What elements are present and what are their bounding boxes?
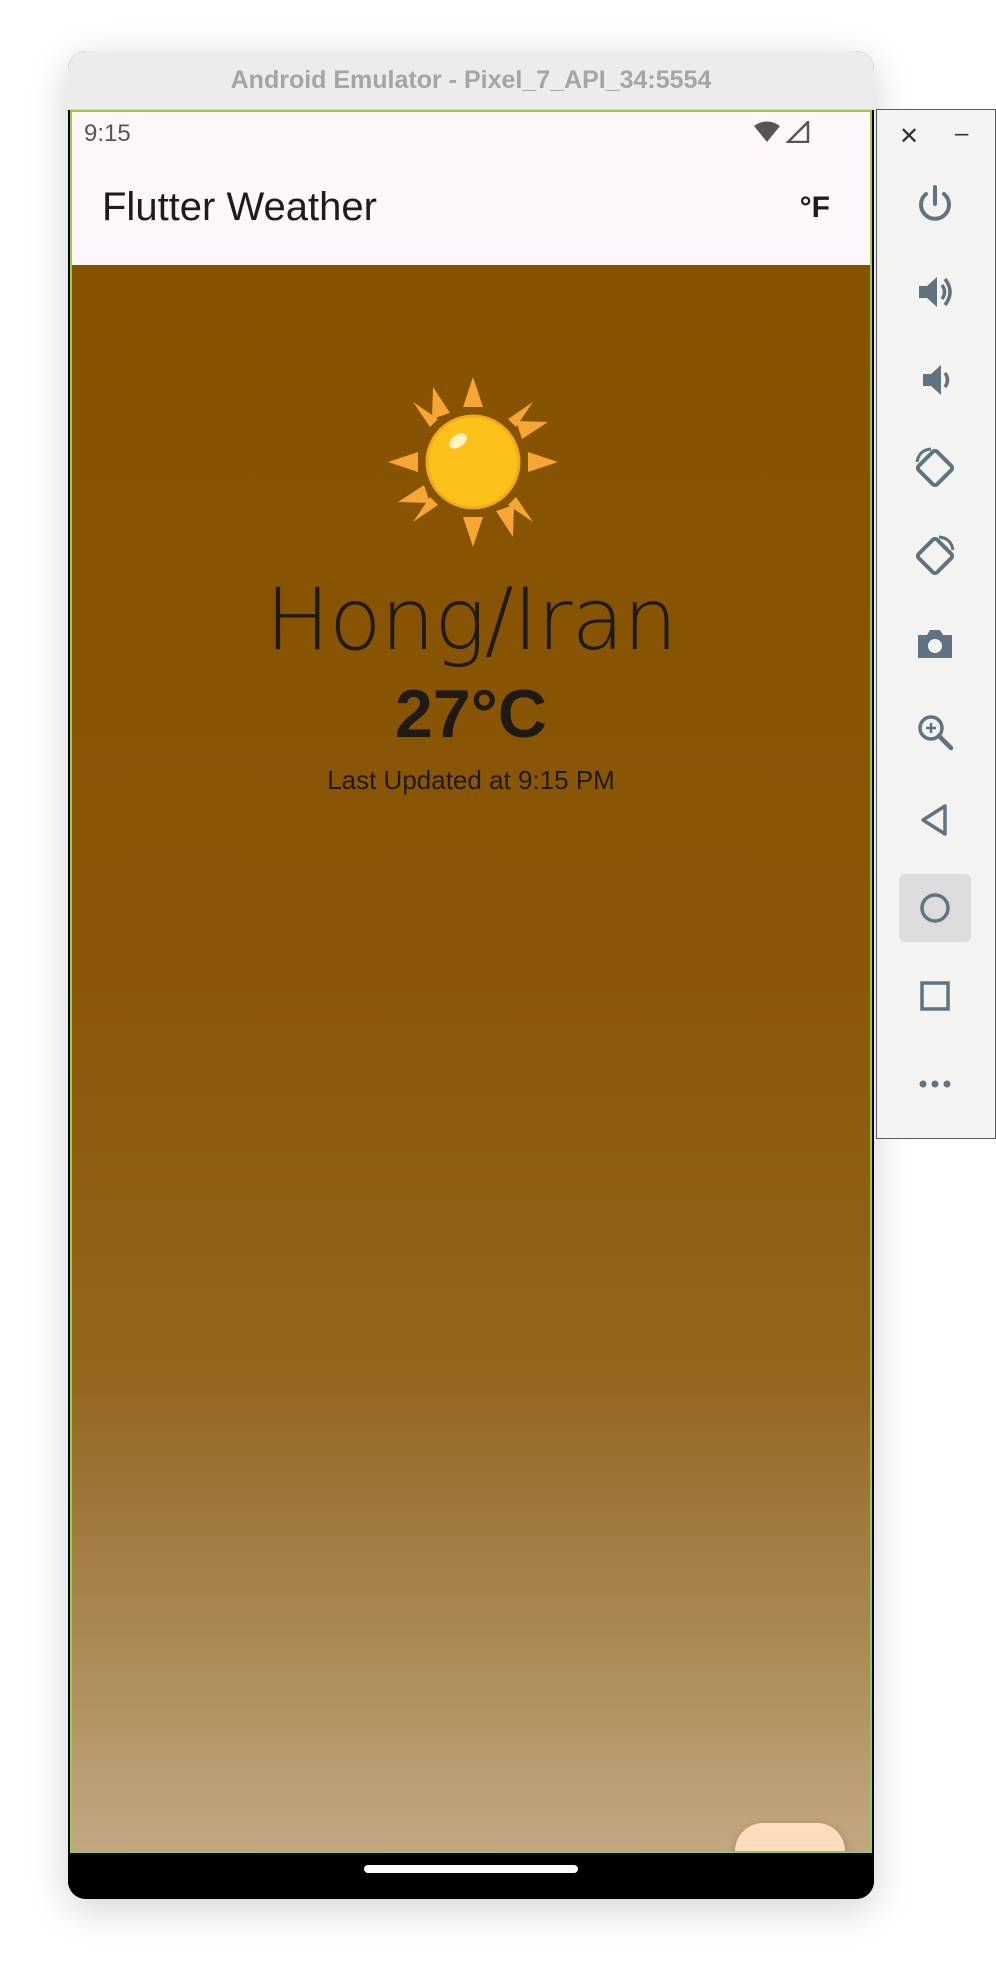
device-screen: 9:15 Flutter Weather °F Hong/Iran 27°C L… <box>70 110 872 1853</box>
minimize-icon[interactable]: – <box>955 120 968 148</box>
more-icon <box>919 1080 951 1088</box>
emulator-side-toolbar: ✕ – <box>876 109 996 1139</box>
home-indicator[interactable] <box>364 1865 578 1873</box>
sun-icon <box>388 377 558 547</box>
power-icon <box>919 185 951 221</box>
city-name: Hong/Iran <box>265 570 677 670</box>
status-icons <box>754 121 810 143</box>
volume-down-button[interactable] <box>899 346 971 414</box>
volume-up-button[interactable] <box>899 258 971 326</box>
back-button[interactable] <box>899 786 971 854</box>
rotate-right-button[interactable] <box>899 522 971 590</box>
rotate-left-icon <box>915 447 955 488</box>
navigation-bar <box>68 1853 874 1899</box>
unit-toggle-button[interactable]: °F <box>800 191 830 225</box>
home-icon <box>920 893 950 923</box>
zoom-icon <box>918 715 954 751</box>
screenshot-button[interactable] <box>899 610 971 678</box>
rotate-right-icon <box>915 535 955 576</box>
last-updated: Last Updated at 9:15 PM <box>327 765 615 795</box>
status-bar: 9:15 <box>72 112 870 157</box>
volume-up-icon <box>919 277 952 307</box>
zoom-button[interactable] <box>899 698 971 766</box>
rotate-left-button[interactable] <box>899 434 971 502</box>
window-titlebar: Android Emulator - Pixel_7_API_34:5554 <box>68 51 874 110</box>
close-icon[interactable]: ✕ <box>899 122 919 151</box>
toolbar-window-controls: ✕ – <box>877 110 995 160</box>
temperature: 27°C <box>395 676 547 752</box>
volume-down-icon <box>923 365 950 395</box>
search-button[interactable] <box>735 1823 845 1851</box>
emulator-window: Android Emulator - Pixel_7_API_34:5554 9… <box>68 51 874 1899</box>
status-time: 9:15 <box>84 120 131 147</box>
overview-button[interactable] <box>899 962 971 1030</box>
power-button[interactable] <box>899 170 971 238</box>
home-button[interactable] <box>899 874 971 942</box>
app-bar: Flutter Weather °F <box>72 157 870 265</box>
signal-icon <box>786 121 810 143</box>
overview-icon <box>920 981 950 1011</box>
window-title: Android Emulator - Pixel_7_API_34:5554 <box>230 65 712 94</box>
app-title: Flutter Weather <box>102 185 377 229</box>
back-icon <box>921 804 947 836</box>
camera-icon <box>918 630 952 658</box>
more-button[interactable] <box>899 1050 971 1118</box>
weather-content: Hong/Iran 27°C Last Updated at 9:15 PM <box>72 265 870 1851</box>
wifi-icon <box>754 121 780 142</box>
